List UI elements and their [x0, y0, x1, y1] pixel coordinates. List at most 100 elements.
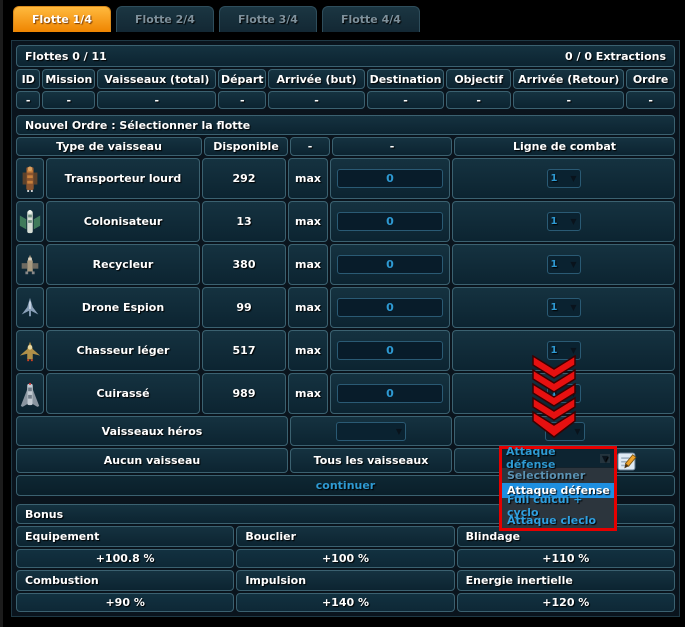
preset-option[interactable]: Selectionner: [502, 468, 614, 483]
max-button[interactable]: max: [288, 373, 328, 414]
chevron-down-icon: ▼: [570, 346, 576, 355]
new-order-title: Nouvel Ordre : Sélectionner la flotte: [16, 115, 675, 135]
fleet-table-empty-row: - - - - - - - - -: [15, 90, 676, 110]
combat-line-select[interactable]: 1▼: [547, 212, 581, 231]
col-arrivee-but: Arrivée (but): [268, 69, 365, 89]
ship-available: 292: [202, 158, 286, 199]
recycler-icon: [16, 244, 44, 285]
hero-ship-select[interactable]: ▼: [336, 422, 406, 441]
chevron-down-icon: ▼: [574, 427, 580, 436]
bonus-value-blindage: +110 %: [457, 549, 675, 568]
col-ship-type: Type de vaisseau: [16, 137, 202, 156]
combat-line-select[interactable]: 1▼: [547, 298, 581, 317]
heavy-transport-icon: [16, 158, 44, 199]
spy-drone-icon: [16, 287, 44, 328]
colony-ship-icon: [16, 201, 44, 242]
ship-quantity-input[interactable]: [337, 255, 443, 274]
empty-cell: -: [446, 91, 511, 109]
tab-flotte-4[interactable]: Flotte 4/4: [322, 6, 420, 32]
tab-flotte-2[interactable]: Flotte 2/4: [116, 6, 214, 32]
col-depart: Départ: [218, 69, 266, 89]
bonus-label-equipement: Equipement: [16, 526, 234, 547]
empty-cell: -: [626, 91, 675, 109]
ship-available: 380: [202, 244, 286, 285]
ship-available: 517: [202, 330, 286, 371]
fleet-page: Flotte 1/4 Flotte 2/4 Flotte 3/4 Flotte …: [0, 0, 685, 627]
bonus-value-equipement: +100.8 %: [16, 549, 234, 568]
ship-name: Transporteur lourd: [46, 158, 200, 199]
preset-select[interactable]: Attaque défense▼: [502, 449, 614, 468]
bonus-label-impulsion: Impulsion: [236, 570, 454, 591]
light-fighter-icon: [16, 330, 44, 371]
bonus-values-row-1: +100.8 % +100 % +110 %: [15, 548, 676, 569]
empty-cell: -: [42, 91, 95, 109]
ship-available: 99: [202, 287, 286, 328]
ship-row: Colonisateur 13 max 1▼: [15, 200, 676, 243]
hero-ships-row: Vaisseaux héros ▼ ▼: [15, 415, 676, 447]
chevron-down-icon: ▼: [570, 389, 576, 398]
preset-option-list: Selectionner Attaque défense Full cuicui…: [502, 468, 614, 528]
select-all-button[interactable]: Tous les vaisseaux: [290, 448, 452, 473]
bonus-value-combustion: +90 %: [16, 593, 234, 612]
combat-line-select[interactable]: 1▼: [547, 169, 581, 188]
ship-name: Chasseur léger: [46, 330, 200, 371]
ship-quantity-input[interactable]: [337, 169, 443, 188]
col-id: ID: [16, 69, 40, 89]
col-objectif: Objectif: [446, 69, 511, 89]
fleet-table-header: ID Mission Vaisseaux (total) Départ Arri…: [15, 68, 676, 90]
combat-line-select[interactable]: 1▼: [547, 341, 581, 360]
ship-row: Transporteur lourd 292 max 1▼: [15, 157, 676, 200]
fleet-count: Flottes 0 / 11: [25, 50, 107, 63]
fleet-tabbar: Flotte 1/4 Flotte 2/4 Flotte 3/4 Flotte …: [3, 0, 685, 33]
empty-cell: -: [513, 91, 624, 109]
max-button[interactable]: max: [288, 287, 328, 328]
ship-quantity-input[interactable]: [337, 298, 443, 317]
ship-quantity-input[interactable]: [337, 341, 443, 360]
preset-option[interactable]: Attaque cleclo: [502, 513, 614, 528]
fleet-panel: Flottes 0 / 11 0 / 0 Extractions ID Miss…: [11, 40, 680, 617]
battleship-icon: [16, 373, 44, 414]
edit-preset-icon[interactable]: [617, 451, 638, 472]
combat-line-select[interactable]: 1▼: [547, 255, 581, 274]
bonus-label-energie: Energie inertielle: [457, 570, 675, 591]
bonus-label-combustion: Combustion: [16, 570, 234, 591]
max-button[interactable]: max: [288, 330, 328, 371]
ship-row: Drone Espion 99 max 1▼: [15, 286, 676, 329]
chevron-down-icon: ▼: [600, 454, 610, 463]
empty-cell: -: [97, 91, 216, 109]
col-available: Disponible: [204, 137, 288, 156]
max-button[interactable]: max: [288, 201, 328, 242]
max-button[interactable]: max: [288, 244, 328, 285]
max-button[interactable]: max: [288, 158, 328, 199]
combat-line-select[interactable]: 1▼: [547, 384, 581, 403]
bonus-value-impulsion: +140 %: [236, 593, 454, 612]
ship-quantity-input[interactable]: [337, 212, 443, 231]
col-ordre: Ordre: [626, 69, 675, 89]
ship-quantity-input[interactable]: [337, 384, 443, 403]
chevron-down-icon: ▼: [396, 427, 402, 436]
empty-cell: -: [268, 91, 365, 109]
ship-row: Chasseur léger 517 max 1▼: [15, 329, 676, 372]
ship-name: Colonisateur: [46, 201, 200, 242]
chevron-down-icon: ▼: [570, 260, 576, 269]
ship-available: 13: [202, 201, 286, 242]
chevron-down-icon: ▼: [570, 174, 576, 183]
tab-flotte-1[interactable]: Flotte 1/4: [13, 6, 111, 32]
select-none-button[interactable]: Aucun vaisseau: [16, 448, 288, 473]
ship-name: Recycleur: [46, 244, 200, 285]
ship-row: Cuirassé 989 max 1▼: [15, 372, 676, 415]
tab-flotte-3[interactable]: Flotte 3/4: [219, 6, 317, 32]
bonus-value-bouclier: +100 %: [236, 549, 454, 568]
ship-available: 989: [202, 373, 286, 414]
col-destination: Destination: [367, 69, 444, 89]
hero-ships-label: Vaisseaux héros: [16, 416, 288, 446]
bonus-value-energie: +120 %: [457, 593, 675, 612]
col-dash-1: -: [290, 137, 330, 156]
empty-cell: -: [367, 91, 444, 109]
bonus-label-bouclier: Bouclier: [236, 526, 454, 547]
extractions-count: 0 / 0 Extractions: [565, 50, 666, 63]
chevron-down-icon: ▼: [570, 217, 576, 226]
preset-option[interactable]: Full cuicui + cyclo: [502, 498, 614, 513]
hero-combat-line-select[interactable]: ▼: [545, 422, 585, 441]
col-dash-2: -: [332, 137, 452, 156]
